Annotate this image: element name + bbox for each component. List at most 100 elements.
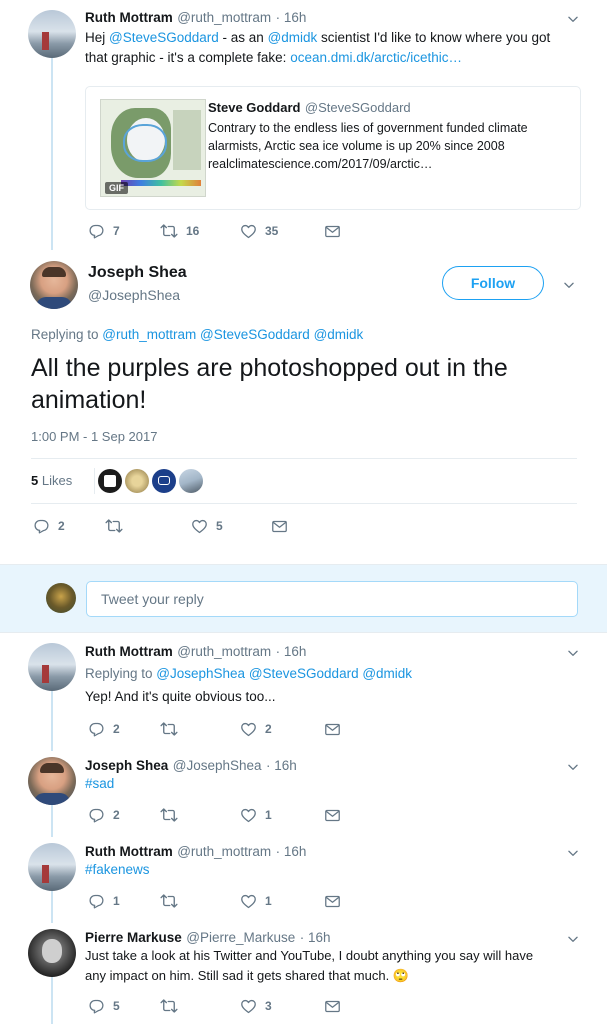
author-handle[interactable]: @ruth_mottram: [177, 844, 271, 859]
hashtag-link[interactable]: #sad: [85, 774, 114, 794]
tweet-actions: 2 5: [33, 517, 288, 535]
mention-link[interactable]: @dmidk: [268, 30, 318, 45]
reply-count: 1: [113, 894, 120, 908]
likes-summary[interactable]: 5 Likes: [31, 473, 72, 488]
avatar[interactable]: [28, 757, 76, 805]
likes-count: 5: [31, 473, 39, 488]
like-button[interactable]: 3: [240, 998, 324, 1015]
quoted-author-name: Steve Goddard: [208, 100, 301, 115]
author-name[interactable]: Ruth Mottram: [85, 644, 173, 659]
dm-button[interactable]: [324, 893, 341, 910]
follow-button[interactable]: Follow: [442, 266, 544, 300]
reply-button[interactable]: 2: [88, 807, 160, 824]
retweet-button[interactable]: [105, 517, 191, 535]
chevron-down-icon[interactable]: [566, 12, 580, 26]
dm-button[interactable]: [324, 721, 341, 738]
mention-link[interactable]: @SteveSGoddard: [109, 30, 219, 45]
tweet-header: Ruth Mottram @ruth_mottram · 16h: [85, 643, 306, 661]
author-name[interactable]: Ruth Mottram: [85, 844, 173, 859]
like-button[interactable]: 5: [191, 518, 271, 535]
mail-icon: [324, 223, 341, 240]
thread-line: [51, 977, 53, 1024]
dm-button[interactable]: [324, 998, 341, 1015]
reply-button[interactable]: 7: [88, 223, 160, 240]
author-name[interactable]: Joseph Shea: [88, 264, 187, 282]
like-count: 2: [265, 722, 272, 736]
hashtag-link[interactable]: #fakenews: [85, 860, 150, 880]
tweet-time[interactable]: · 16h: [276, 844, 307, 859]
replying-to: Replying to @JosephShea @SteveSGoddard @…: [85, 666, 412, 681]
author-handle[interactable]: @ruth_mottram: [177, 10, 271, 25]
tweet-timestamp[interactable]: 1:00 PM - 1 Sep 2017: [31, 429, 157, 444]
quoted-line: alarmists, Arctic sea ice volume is up 2…: [208, 139, 505, 153]
author-handle[interactable]: @Pierre_Markuse: [186, 930, 295, 945]
mail-icon: [271, 518, 288, 535]
retweet-button[interactable]: 16: [160, 222, 240, 240]
chevron-down-icon[interactable]: [562, 278, 576, 292]
author-name[interactable]: Pierre Markuse: [85, 930, 182, 945]
like-count: 35: [265, 224, 279, 238]
quoted-media[interactable]: GIF: [100, 99, 206, 197]
liker-avatar[interactable]: [125, 469, 149, 493]
tweet-time[interactable]: · 16h: [300, 930, 331, 945]
mail-icon: [324, 893, 341, 910]
tweet-time[interactable]: · 16h: [266, 758, 297, 773]
retweet-button[interactable]: [160, 997, 240, 1015]
thread-line: [51, 805, 53, 837]
tweet-time[interactable]: · 16h: [276, 644, 307, 659]
dm-button[interactable]: [271, 518, 288, 535]
like-button[interactable]: 1: [240, 893, 324, 910]
author-handle[interactable]: @ruth_mottram: [177, 644, 271, 659]
author-handle[interactable]: @JosephShea: [173, 758, 262, 773]
avatar[interactable]: [30, 261, 78, 309]
chevron-down-icon[interactable]: [566, 760, 580, 774]
gif-badge: GIF: [105, 182, 128, 194]
reply-count: 2: [58, 519, 65, 533]
mention-link[interactable]: @SteveSGoddard: [200, 327, 310, 342]
like-button[interactable]: 1: [240, 807, 324, 824]
author-handle[interactable]: @JosephShea: [88, 287, 180, 303]
mention-link[interactable]: @ruth_mottram: [102, 327, 196, 342]
mail-icon: [324, 998, 341, 1015]
like-button[interactable]: 2: [240, 721, 324, 738]
mention-link[interactable]: @JosephShea @SteveSGoddard @dmidk: [156, 666, 412, 681]
quoted-tweet-card[interactable]: GIF Steve Goddard @SteveSGoddard Contrar…: [85, 86, 581, 210]
quoted-text: Contrary to the endless lies of governme…: [208, 119, 528, 173]
author-name[interactable]: Joseph Shea: [85, 758, 168, 773]
liker-avatar[interactable]: [152, 469, 176, 493]
tweet-actions: 1 1: [88, 892, 341, 910]
heart-icon: [191, 518, 208, 535]
liker-avatar[interactable]: [179, 469, 203, 493]
retweet-button[interactable]: [160, 720, 240, 738]
like-button[interactable]: 35: [240, 223, 324, 240]
chevron-down-icon[interactable]: [566, 846, 580, 860]
avatar[interactable]: [28, 843, 76, 891]
reply-count: 5: [113, 999, 120, 1013]
tweet-time[interactable]: · 16h: [276, 10, 307, 25]
reply-button[interactable]: 5: [88, 998, 160, 1015]
my-avatar[interactable]: [46, 583, 76, 613]
reply-button[interactable]: 2: [88, 721, 160, 738]
retweet-button[interactable]: [160, 892, 240, 910]
chevron-down-icon[interactable]: [566, 932, 580, 946]
retweet-icon: [105, 517, 123, 535]
dm-button[interactable]: [324, 223, 341, 240]
avatar[interactable]: [28, 929, 76, 977]
reply-button[interactable]: 1: [88, 893, 160, 910]
dm-button[interactable]: [324, 807, 341, 824]
reply-input[interactable]: Tweet your reply: [86, 581, 578, 617]
chevron-down-icon[interactable]: [566, 646, 580, 660]
liker-avatar[interactable]: [98, 469, 122, 493]
quoted-author-handle: @SteveSGoddard: [304, 100, 411, 115]
url-link[interactable]: ocean.dmi.dk/arctic/icethic…: [290, 50, 462, 65]
likers-list: [94, 468, 214, 494]
mention-link[interactable]: @dmidk: [314, 327, 364, 342]
reply-button[interactable]: 2: [33, 518, 105, 535]
avatar[interactable]: [28, 643, 76, 691]
thread-line: [51, 891, 53, 923]
like-count: 5: [216, 519, 223, 533]
retweet-button[interactable]: [160, 806, 240, 824]
avatar[interactable]: [28, 10, 76, 58]
author-name[interactable]: Ruth Mottram: [85, 10, 173, 25]
reply-icon: [88, 998, 105, 1015]
